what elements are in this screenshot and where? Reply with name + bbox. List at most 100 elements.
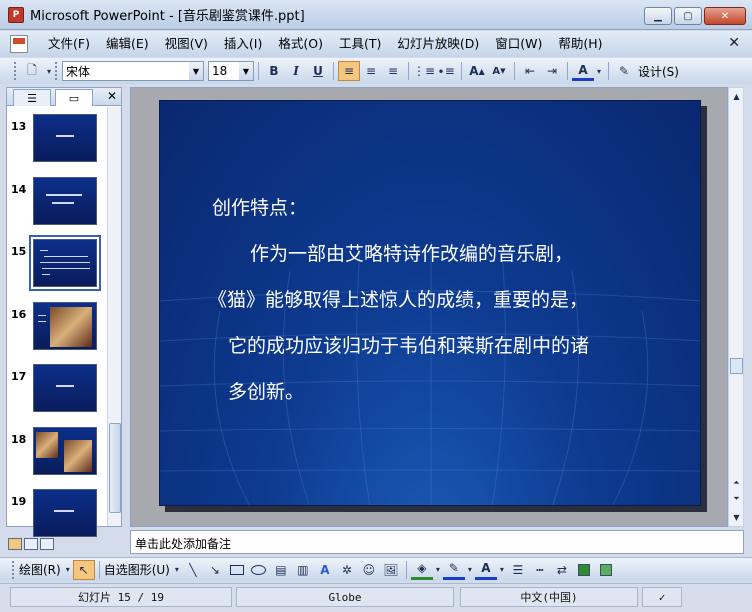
- align-left-icon[interactable]: ≡: [338, 61, 360, 81]
- autoshapes-menu-button[interactable]: 自选图形(U): [104, 561, 170, 578]
- 3d-style-icon[interactable]: [595, 560, 617, 580]
- clipart-icon[interactable]: ☺: [358, 560, 380, 580]
- slide-thumbnail[interactable]: [33, 364, 97, 412]
- slide-thumbnail-row[interactable]: 14: [7, 175, 107, 231]
- menu-tools[interactable]: 工具(T): [331, 33, 389, 55]
- vertical-textbox-icon[interactable]: ▥: [292, 560, 314, 580]
- current-slide[interactable]: 创作特点： 作为一部由艾略特诗作改编的音乐剧， 《猫》能够取得上述惊人的成绩，重…: [159, 100, 701, 506]
- menu-insert[interactable]: 插入(I): [216, 33, 270, 55]
- close-panel-icon[interactable]: ✕: [107, 89, 117, 103]
- line-style-icon[interactable]: ☰: [507, 560, 529, 580]
- slide-body-text[interactable]: 创作特点： 作为一部由艾略特诗作改编的音乐剧， 《猫》能够取得上述惊人的成绩，重…: [208, 185, 652, 415]
- slide-thumbnail-row[interactable]: 13: [7, 112, 107, 168]
- slide-number: 18: [11, 433, 27, 446]
- design-button[interactable]: 设计(S): [638, 63, 679, 80]
- font-color-icon[interactable]: A: [474, 560, 497, 580]
- chevron-down-icon[interactable]: ▾: [497, 560, 507, 580]
- slide-thumbnail-row[interactable]: 16: [7, 300, 107, 356]
- slide-thumbnail[interactable]: [33, 489, 97, 537]
- line-tool-icon[interactable]: ╲: [182, 560, 204, 580]
- outline-tab-icon[interactable]: ☰: [13, 89, 51, 106]
- menu-window[interactable]: 窗口(W): [487, 33, 550, 55]
- dash-style-icon[interactable]: ┅: [529, 560, 551, 580]
- arrow-style-icon[interactable]: ⇄: [551, 560, 573, 580]
- normal-view-icon[interactable]: [8, 538, 22, 550]
- scrollbar-thumb[interactable]: [109, 423, 121, 513]
- slides-tab-icon[interactable]: ▭: [55, 89, 93, 106]
- bulleted-list-icon[interactable]: ∙≡: [435, 61, 457, 81]
- panel-scrollbar[interactable]: [107, 107, 121, 526]
- toolbar-grip-2[interactable]: [55, 62, 58, 80]
- font-size-select[interactable]: 18 ▼: [208, 61, 254, 81]
- wordart-icon[interactable]: A: [314, 560, 336, 580]
- slide-thumbnail-row[interactable]: 18: [7, 425, 107, 481]
- align-center-icon[interactable]: ≡: [360, 61, 382, 81]
- chevron-down-icon[interactable]: ▾: [63, 560, 73, 580]
- diagram-icon[interactable]: ✲: [336, 560, 358, 580]
- arrow-tool-icon[interactable]: ↘: [204, 560, 226, 580]
- insert-picture-icon[interactable]: 🖼: [380, 560, 402, 580]
- chevron-down-icon[interactable]: ▾: [465, 560, 475, 580]
- numbered-list-icon[interactable]: ⋮≡: [413, 61, 435, 81]
- next-slide-icon[interactable]: ⏷: [730, 492, 743, 506]
- minimize-button[interactable]: ▁: [644, 7, 672, 25]
- notes-pane[interactable]: 单击此处添加备注: [130, 530, 744, 554]
- underline-button[interactable]: U: [307, 61, 329, 81]
- slide-thumbnail-row[interactable]: 19: [7, 487, 107, 543]
- toolbar-options-icon[interactable]: ▾: [43, 61, 55, 81]
- slide-thumbnail-row[interactable]: 17: [7, 362, 107, 418]
- slide-sorter-view-icon[interactable]: [24, 538, 38, 550]
- font-name-select[interactable]: 宋体 ▼: [62, 61, 204, 81]
- menu-edit[interactable]: 编辑(E): [98, 33, 157, 55]
- spellcheck-icon[interactable]: ✓: [642, 587, 682, 607]
- scroll-up-icon[interactable]: ▲: [730, 89, 743, 103]
- close-document-icon[interactable]: ✕: [728, 35, 740, 51]
- chevron-down-icon[interactable]: ▾: [172, 560, 182, 580]
- menu-help[interactable]: 帮助(H): [550, 33, 610, 55]
- slide-thumbnail[interactable]: [33, 177, 97, 225]
- previous-slide-icon[interactable]: ⏶: [730, 476, 743, 490]
- design-icon[interactable]: ✎: [613, 61, 635, 81]
- menu-format[interactable]: 格式(O): [270, 33, 331, 55]
- toolbar-separator: [567, 62, 568, 80]
- chevron-down-icon[interactable]: ▼: [239, 62, 253, 80]
- toolbar-grip[interactable]: [14, 62, 17, 80]
- slide-scrollbar[interactable]: ▲ ⏶ ⏷ ▼: [728, 87, 744, 527]
- document-icon[interactable]: [10, 35, 28, 53]
- fill-color-icon[interactable]: ◈: [410, 560, 433, 580]
- menu-slideshow[interactable]: 幻灯片放映(D): [389, 33, 487, 55]
- maximize-button[interactable]: ▢: [674, 7, 702, 25]
- decrease-indent-icon[interactable]: ⇤: [519, 61, 541, 81]
- slide-thumbnail[interactable]: [33, 302, 97, 350]
- select-pointer-icon[interactable]: ↖: [72, 559, 95, 580]
- shadow-style-icon[interactable]: [573, 560, 595, 580]
- line-color-icon[interactable]: ✎: [442, 560, 465, 580]
- slide-thumbnail-row[interactable]: 15: [7, 235, 107, 293]
- increase-indent-icon[interactable]: ⇥: [541, 61, 563, 81]
- window-title: Microsoft PowerPoint - [音乐剧鉴赏课件.ppt]: [30, 9, 305, 24]
- textbox-tool-icon[interactable]: ▤: [270, 560, 292, 580]
- menu-view[interactable]: 视图(V): [157, 33, 216, 55]
- scroll-thumb[interactable]: [730, 358, 743, 374]
- slide-thumbnail-selected[interactable]: [29, 235, 101, 291]
- close-window-button[interactable]: ✕: [704, 7, 746, 25]
- slide-thumbnail[interactable]: [33, 114, 97, 162]
- rectangle-tool-icon[interactable]: [226, 560, 248, 580]
- scroll-down-icon[interactable]: ▼: [730, 510, 743, 524]
- toolbar-grip[interactable]: [12, 560, 15, 579]
- chevron-down-icon[interactable]: ▾: [594, 61, 604, 81]
- oval-tool-icon[interactable]: [248, 560, 270, 580]
- new-document-icon[interactable]: 🗋: [21, 61, 43, 81]
- chevron-down-icon[interactable]: ▼: [189, 62, 203, 80]
- slide-thumbnail[interactable]: [33, 427, 97, 475]
- decrease-font-icon[interactable]: A ▼: [488, 61, 510, 81]
- italic-button[interactable]: I: [285, 61, 307, 81]
- slideshow-view-icon[interactable]: [40, 538, 54, 550]
- draw-menu-button[interactable]: 绘图(R): [19, 561, 61, 578]
- chevron-down-icon[interactable]: ▾: [433, 560, 443, 580]
- bold-button[interactable]: B: [263, 61, 285, 81]
- menu-file[interactable]: 文件(F): [40, 33, 98, 55]
- align-right-icon[interactable]: ≡: [382, 61, 404, 81]
- increase-font-icon[interactable]: A ▲: [466, 61, 488, 81]
- font-color-icon[interactable]: A: [572, 61, 594, 81]
